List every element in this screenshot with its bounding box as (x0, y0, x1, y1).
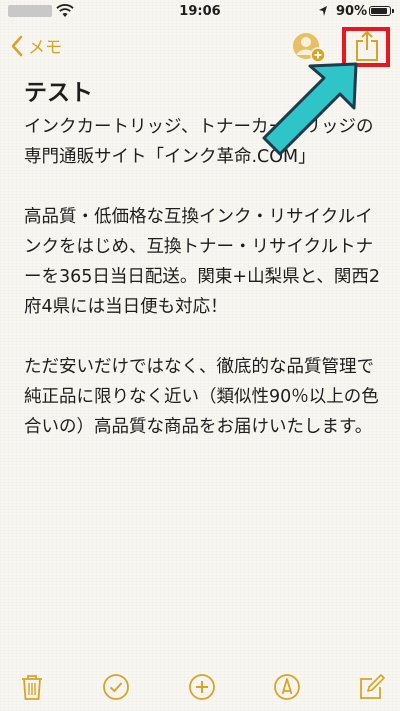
chevron-left-icon (11, 35, 23, 56)
battery-icon (369, 6, 394, 16)
compose-icon[interactable] (358, 673, 386, 701)
add-icon[interactable] (188, 673, 216, 701)
bottom-toolbar (0, 663, 400, 711)
note-paragraph: ただ安いだけではなく、徹底的な品質管理で純正品に限りなく近い（類似性90％以上の… (24, 357, 379, 437)
status-bar: 19:06 90% (0, 0, 400, 24)
trash-icon[interactable] (18, 673, 46, 701)
back-button[interactable]: メモ (10, 33, 62, 58)
battery-percent: 90% (336, 4, 368, 19)
location-arrow-icon (319, 6, 327, 16)
back-button-label: メモ (28, 38, 62, 58)
checklist-icon[interactable] (102, 673, 130, 701)
markup-icon[interactable] (273, 673, 301, 701)
annotation-arrow-icon (262, 62, 358, 156)
note-paragraph: 高品質・低価格な互換インク・リサイクルインクをはじめ、互換トナー・リサイクルトナ… (24, 207, 380, 317)
